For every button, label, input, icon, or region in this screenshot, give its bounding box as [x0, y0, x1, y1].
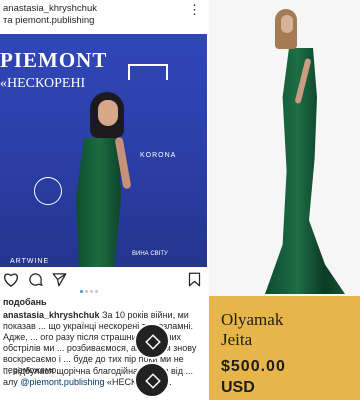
carousel-dot	[90, 290, 93, 293]
caption-author[interactable]: anastasia_khryshchuk	[3, 310, 100, 320]
sponsor-artwine: ARTWINE	[10, 258, 50, 265]
favorite-icon	[145, 334, 161, 350]
woman-green-dress	[76, 138, 121, 267]
diamond-icon	[145, 373, 161, 389]
heart-icon[interactable]	[3, 272, 19, 287]
bookmark-icon[interactable]	[188, 272, 201, 287]
carousel-dot	[80, 290, 83, 293]
product-photo[interactable]	[209, 0, 360, 296]
instagram-post: anastasia_khryshchuk та piemont.publishi…	[0, 0, 207, 400]
carousel-dots	[80, 280, 100, 298]
post-caption-continued: ... відбулася щорічна благодійна премія …	[3, 366, 206, 388]
post-username[interactable]: anastasia_khryshchuk	[3, 3, 97, 14]
backdrop-subtitle: «НЕСКОРЕНІ	[0, 76, 86, 91]
more-options-icon[interactable]: ⋮	[188, 2, 202, 18]
sponsor-vyna-svitu: ВИНА СВІТУ	[132, 251, 168, 257]
share-icon[interactable]	[52, 272, 67, 287]
post-actions	[0, 268, 207, 293]
likes-count[interactable]: подобань	[3, 297, 47, 307]
sponsor-circle-logo-icon	[34, 177, 62, 205]
tagged-account-line[interactable]: та piemont.publishing	[3, 15, 94, 26]
and-connector: та	[3, 15, 16, 26]
carousel-dot	[85, 290, 88, 293]
comment-icon[interactable]	[28, 272, 43, 287]
sponsor-korona: KORONA	[140, 152, 177, 159]
woman-face	[98, 100, 118, 126]
caption-mention[interactable]: @piemont.publishing	[20, 377, 104, 387]
product-brand-line1: Olyamak	[221, 310, 284, 329]
model-face	[281, 15, 293, 33]
product-card[interactable]: Olyamak Jeita $500.00 USD	[209, 0, 360, 400]
product-currency: USD	[221, 379, 255, 396]
un-logo-icon	[128, 64, 168, 80]
product-price: $500.00	[221, 358, 286, 375]
product-info-panel: Olyamak Jeita $500.00 USD	[209, 296, 360, 400]
tagged-account[interactable]: piemont.publishing	[15, 15, 94, 26]
add-to-bag-button[interactable]	[134, 362, 170, 398]
post-photo[interactable]: PIEMONT «НЕСКОРЕНІ KORONA ARTWINE ВИНА С…	[0, 34, 207, 267]
backdrop-title: PIEMONT	[0, 48, 108, 72]
carousel-dot	[95, 290, 98, 293]
post-header: anastasia_khryshchuk та piemont.publishi…	[0, 0, 207, 34]
product-brand-line2: Jeita	[221, 330, 253, 349]
favorite-button[interactable]	[134, 323, 170, 359]
